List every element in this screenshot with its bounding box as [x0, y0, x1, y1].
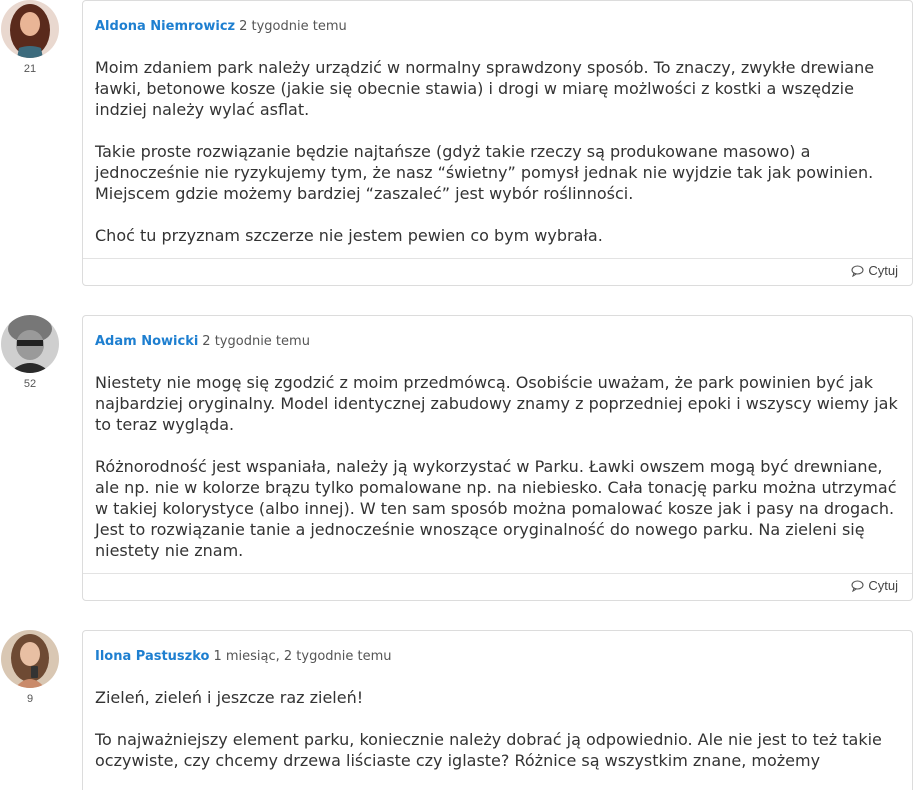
comment-footer: Cytuj [83, 258, 912, 285]
comment-card: Adam Nowicki 2 tygodnie temu Niestety nie… [82, 315, 913, 601]
comment-footer: Cytuj [83, 573, 912, 600]
speech-bubble-icon [851, 264, 864, 277]
comment-meta: Adam Nowicki 2 tygodnie temu [95, 333, 310, 351]
reputation-points: 9 [26, 693, 34, 705]
quote-label: Cytuj [868, 578, 898, 593]
author-link[interactable]: Ilona Pastuszko [95, 649, 209, 664]
comment-meta: Aldona Niemrowicz 2 tygodnie temu [95, 18, 347, 36]
comment-paragraph: To najważniejszy element parku, konieczn… [95, 730, 882, 770]
comment-paragraph: Różnorodność jest wspaniała, należy ją w… [95, 457, 897, 560]
avatar[interactable] [1, 315, 59, 373]
author-column: 52 [0, 315, 60, 390]
author-link[interactable]: Aldona Niemrowicz [95, 19, 235, 34]
reputation-points: 21 [23, 63, 37, 75]
comment-paragraph: Moim zdaniem park należy urządzić w norm… [95, 58, 875, 119]
comment-paragraph: Niestety nie mogę się zgodzić z moim prz… [95, 373, 898, 434]
comment-body: Moim zdaniem park należy urządzić w norm… [95, 57, 910, 267]
author-column: 21 [0, 0, 60, 75]
post-date: 1 miesiąc, 2 tygodnie temu [213, 649, 392, 664]
comment-paragraph: Takie proste rozwiązanie będzie najtańsz… [95, 142, 874, 203]
comment-body: Zieleń, zieleń i jeszcze raz zieleń! To … [95, 687, 910, 792]
avatar[interactable] [1, 630, 59, 688]
author-link[interactable]: Adam Nowicki [95, 334, 198, 349]
woman-phone-avatar-icon [1, 630, 59, 688]
man-bw-avatar-icon [1, 315, 59, 373]
quote-button[interactable]: Cytuj [851, 263, 898, 278]
quote-label: Cytuj [868, 263, 898, 278]
post-date: 2 tygodnie temu [202, 334, 310, 349]
reputation-points: 52 [23, 378, 37, 390]
comment-card: Ilona Pastuszko 1 miesiąc, 2 tygodnie tem… [82, 630, 913, 790]
comment-body: Niestety nie mogę się zgodzić z moim prz… [95, 372, 910, 582]
woman-avatar-icon [1, 0, 59, 58]
quote-button[interactable]: Cytuj [851, 578, 898, 593]
comment-meta: Ilona Pastuszko 1 miesiąc, 2 tygodnie tem… [95, 648, 392, 666]
comment-paragraph: Choć tu przyznam szczerze nie jestem pew… [95, 226, 603, 245]
post-date: 2 tygodnie temu [239, 19, 347, 34]
comment-paragraph: Zieleń, zieleń i jeszcze raz zieleń! [95, 688, 364, 707]
comment-card: Aldona Niemrowicz 2 tygodnie temu Moim zd… [82, 0, 913, 286]
avatar[interactable] [1, 0, 59, 58]
speech-bubble-icon [851, 579, 864, 592]
author-column: 9 [0, 630, 60, 705]
